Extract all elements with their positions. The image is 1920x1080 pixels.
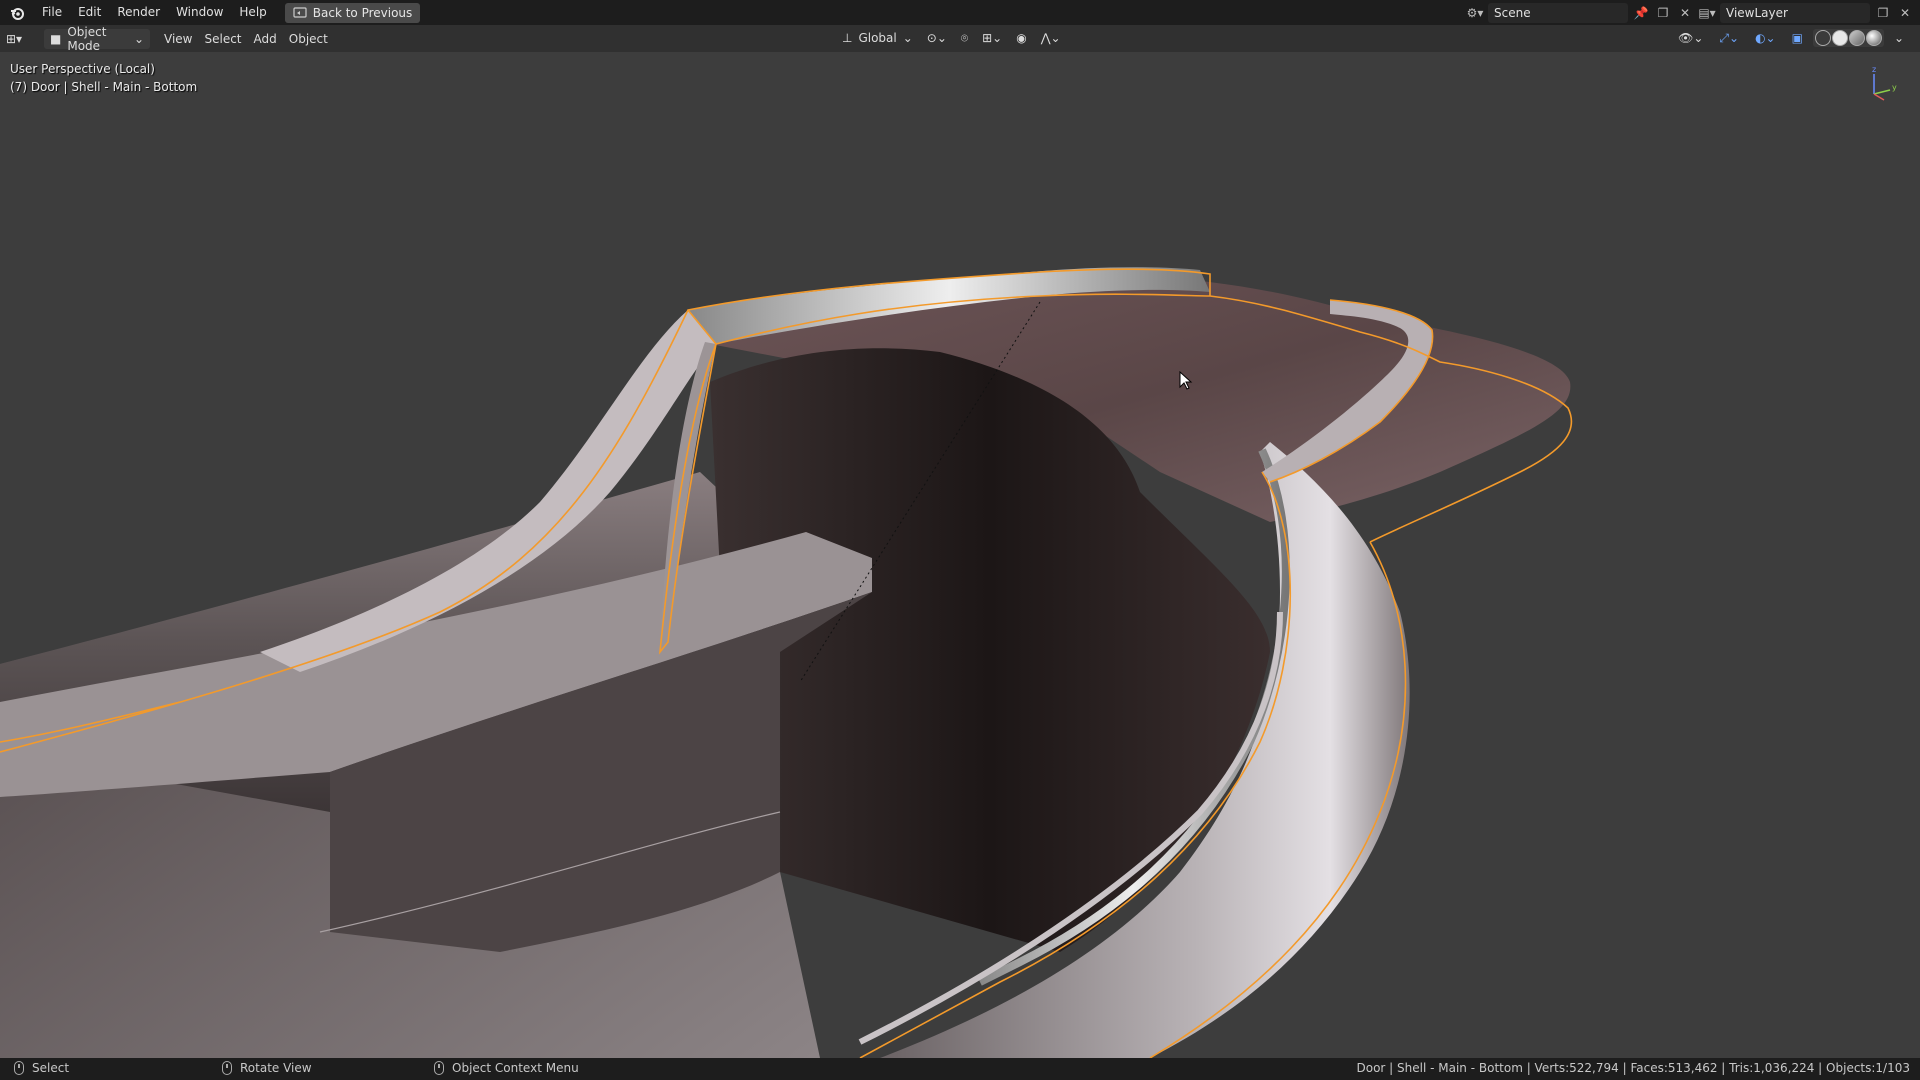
- proportional-edit-icon[interactable]: ◉: [1010, 28, 1032, 48]
- close-scene-icon[interactable]: ✕: [1676, 4, 1694, 22]
- menu-window[interactable]: Window: [168, 0, 231, 25]
- status-context-label: Object Context Menu: [452, 1061, 579, 1075]
- solid-shading-icon[interactable]: [1831, 30, 1848, 46]
- menu-select[interactable]: Select: [198, 29, 247, 49]
- shading-modes: [1812, 29, 1884, 47]
- visibility-icon[interactable]: 👁⌄: [1672, 28, 1709, 48]
- status-select-label: Select: [32, 1061, 70, 1075]
- axis-gizmo[interactable]: z y: [1860, 64, 1900, 104]
- scene-statistics: Door | Shell - Main - Bottom | Verts:522…: [1356, 1061, 1911, 1075]
- overlays-icon[interactable]: ◐⌄: [1749, 28, 1782, 48]
- new-view-layer-icon[interactable]: ❐: [1874, 4, 1892, 22]
- object-mode-label: Object Mode: [67, 24, 107, 53]
- object-mode-icon: ■: [50, 31, 62, 46]
- chevron-down-icon: ⌄: [902, 31, 913, 45]
- transform-orientation-dropdown[interactable]: ⊥ Global ⌄: [836, 28, 919, 48]
- viewport-display-tools: 👁⌄ ⤢⌄ ◐⌄ ▣ ⌄: [1672, 28, 1910, 48]
- top-bar: File Edit Render Window Help Back to Pre…: [0, 0, 1920, 25]
- snap-icon[interactable]: ⌾: [955, 28, 974, 48]
- gizmo-icon[interactable]: ⤢⌄: [1713, 28, 1745, 48]
- scene-field[interactable]: Scene: [1488, 2, 1628, 23]
- new-scene-icon[interactable]: ❐: [1654, 4, 1672, 22]
- menu-render[interactable]: Render: [109, 0, 168, 25]
- viewport-header: ⊞▾ ■ Object Mode ⌄ View Select Add Objec…: [0, 25, 1920, 53]
- orientation-icon: ⊥: [842, 31, 853, 45]
- menu-object[interactable]: Object: [283, 29, 334, 49]
- material-shading-icon[interactable]: [1848, 30, 1865, 46]
- active-object-label: (7) Door | Shell - Main - Bottom: [10, 80, 198, 94]
- status-select: Select: [14, 1061, 69, 1075]
- status-rotate: Rotate View: [222, 1061, 312, 1075]
- status-bar: Select Rotate View Object Context Menu D…: [0, 1058, 1920, 1080]
- pin-icon[interactable]: 📌: [1632, 4, 1650, 22]
- back-to-previous-label: Back to Previous: [312, 5, 413, 20]
- status-context: Object Context Menu: [434, 1061, 579, 1075]
- pivot-point-icon[interactable]: ⊙⌄: [921, 28, 953, 48]
- scene-selector-icon[interactable]: ⚙▾: [1466, 4, 1484, 22]
- door-shell-mesh[interactable]: [0, 52, 1920, 1058]
- mouse-cursor-icon: [1179, 371, 1193, 390]
- snap-target-icon[interactable]: ⊞⌄: [976, 28, 1008, 48]
- editor-type-icon[interactable]: ⊞▾: [0, 29, 40, 49]
- shading-options-icon[interactable]: ⌄: [1888, 28, 1910, 48]
- top-right-area: ⚙▾ Scene 📌 ❐ ✕ ▤▾ ViewLayer ❐ ✕: [1466, 0, 1920, 25]
- xray-icon[interactable]: ▣: [1786, 28, 1809, 48]
- back-to-previous-button[interactable]: Back to Previous: [284, 2, 421, 23]
- chevron-down-icon: ⌄: [133, 31, 144, 46]
- rendered-shading-icon[interactable]: [1865, 30, 1882, 46]
- scene-name: Scene: [1494, 5, 1531, 20]
- gizmo-y-label: y: [1892, 83, 1897, 92]
- blender-logo-icon[interactable]: [0, 0, 34, 25]
- falloff-icon[interactable]: ⋀⌄: [1035, 28, 1067, 48]
- perspective-label: User Perspective (Local): [10, 62, 155, 76]
- mouse-right-icon: [434, 1061, 444, 1075]
- mouse-left-icon: [14, 1061, 24, 1075]
- view-layer-icon[interactable]: ▤▾: [1698, 4, 1716, 22]
- gizmo-z-label: z: [1872, 65, 1876, 74]
- orientation-label: Global: [858, 31, 897, 45]
- wireframe-shading-icon[interactable]: [1814, 30, 1831, 46]
- 3d-viewport[interactable]: User Perspective (Local) (7) Door | Shel…: [0, 52, 1920, 1058]
- menu-help[interactable]: Help: [231, 0, 274, 25]
- view-layer-name: ViewLayer: [1726, 5, 1788, 20]
- status-rotate-label: Rotate View: [240, 1061, 312, 1075]
- object-mode-dropdown[interactable]: ■ Object Mode ⌄: [44, 25, 150, 53]
- close-view-layer-icon[interactable]: ✕: [1896, 4, 1914, 22]
- view-layer-field[interactable]: ViewLayer: [1720, 2, 1870, 23]
- transform-tools: ⊥ Global ⌄ ⊙⌄ ⌾ ⊞⌄ ◉ ⋀⌄: [836, 28, 1067, 48]
- screen-icon: [293, 6, 307, 18]
- menu-file[interactable]: File: [34, 0, 70, 25]
- mouse-middle-icon: [222, 1061, 232, 1075]
- menu-view[interactable]: View: [158, 29, 198, 49]
- menu-add[interactable]: Add: [248, 29, 283, 49]
- menu-edit[interactable]: Edit: [70, 0, 109, 25]
